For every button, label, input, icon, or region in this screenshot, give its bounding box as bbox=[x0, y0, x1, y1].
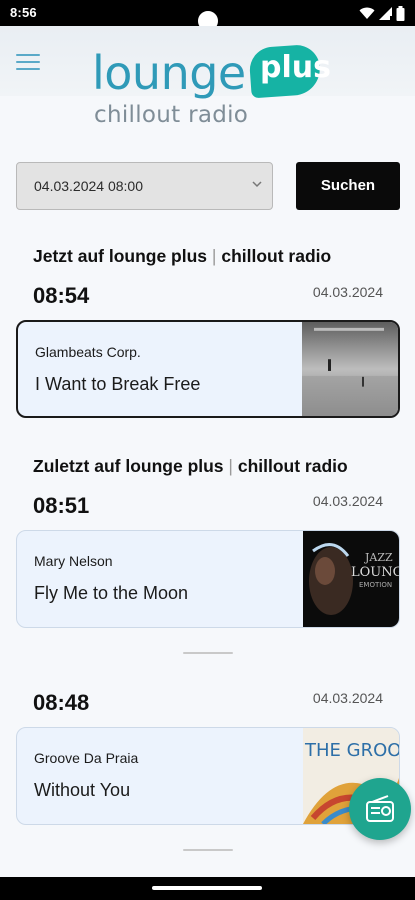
now-playing-time: 08:54 bbox=[33, 283, 90, 308]
status-bar: 8:56 bbox=[0, 0, 415, 33]
battery-icon bbox=[396, 5, 405, 21]
cover-text-lounge: LOUNGE bbox=[351, 565, 399, 580]
list-divider bbox=[183, 849, 233, 851]
logo-lounge-text: lounge bbox=[92, 46, 246, 100]
radio-play-button[interactable] bbox=[349, 778, 411, 840]
recent-heading: Zuletzt auf lounge plus | chillout radio bbox=[33, 456, 348, 476]
now-playing-heading: Jetzt auf lounge plus | chillout radio bbox=[33, 246, 332, 266]
home-gesture-handle[interactable] bbox=[152, 886, 262, 890]
track-artist: Groove Da Praia bbox=[34, 750, 139, 766]
track-title: Fly Me to the Moon bbox=[34, 583, 189, 603]
chevron-down-icon bbox=[252, 181, 262, 188]
track-artist: Glambeats Corp. bbox=[35, 344, 141, 360]
datetime-value: 04.03.2024 08:00 bbox=[34, 178, 143, 194]
track-artist: Mary Nelson bbox=[34, 553, 113, 569]
status-time: 8:56 bbox=[10, 5, 37, 20]
recent-item-time: 08:48 bbox=[33, 690, 90, 715]
album-cover-image bbox=[302, 322, 398, 416]
status-icons bbox=[359, 5, 405, 21]
cover-text-groove: THE GROO bbox=[304, 740, 399, 761]
signal-icon bbox=[379, 6, 392, 20]
recent-item-date: 04.03.2024 bbox=[312, 690, 383, 706]
system-nav-bar bbox=[0, 877, 415, 900]
album-cover-image: JAZZ LOUNGE EMOTION bbox=[303, 531, 399, 627]
now-playing-track-card[interactable]: Glambeats Corp. I Want to Break Free bbox=[16, 320, 400, 418]
logo-plus-text: plus bbox=[260, 50, 331, 85]
cover-text-emotion: EMOTION bbox=[359, 581, 392, 589]
track-title: Without You bbox=[34, 780, 131, 800]
recent-item-time: 08:51 bbox=[33, 493, 90, 518]
wifi-icon bbox=[359, 7, 375, 19]
track-title: I Want to Break Free bbox=[35, 374, 201, 394]
list-divider bbox=[183, 652, 233, 654]
datetime-select[interactable]: 04.03.2024 08:00 bbox=[16, 162, 273, 210]
radio-icon bbox=[366, 795, 394, 822]
recent-track-card[interactable]: Groove Da Praia Without You THE GROO bbox=[16, 727, 400, 825]
now-playing-date: 04.03.2024 bbox=[312, 284, 383, 300]
recent-track-card[interactable]: Mary Nelson Fly Me to the Moon JAZZ LOUN… bbox=[16, 530, 400, 628]
search-button[interactable]: Suchen bbox=[296, 162, 400, 210]
hamburger-menu-icon[interactable] bbox=[16, 54, 40, 72]
cover-text-jazz: JAZZ bbox=[364, 551, 393, 564]
logo-subtitle: chillout radio bbox=[94, 102, 249, 128]
recent-item-date: 04.03.2024 bbox=[312, 493, 383, 509]
station-logo: lounge plus chillout radio bbox=[92, 43, 332, 130]
